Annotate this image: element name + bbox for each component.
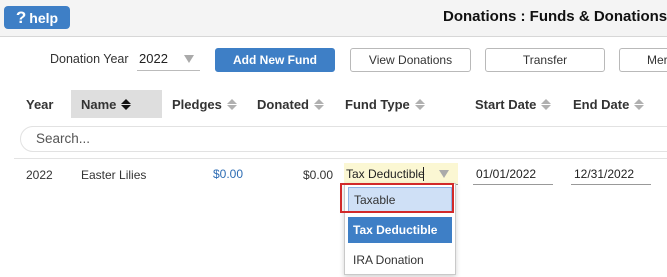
column-header-name-label: Name bbox=[81, 96, 117, 112]
page-title: Donations : Funds & Donations bbox=[443, 8, 667, 25]
row-pledges-link[interactable]: $0.00 bbox=[213, 167, 243, 181]
fund-type-value: Tax Deductible bbox=[346, 167, 425, 181]
option-tax-deductible[interactable]: Tax Deductible bbox=[348, 217, 452, 243]
add-new-fund-button[interactable]: Add New Fund bbox=[215, 48, 335, 72]
search-input[interactable]: Search... bbox=[20, 126, 667, 152]
column-header-pledges-label: Pledges bbox=[172, 96, 222, 112]
column-header-name[interactable]: Name bbox=[71, 90, 162, 118]
column-header-donated[interactable]: Donated bbox=[257, 90, 324, 118]
option-taxable[interactable]: Taxable bbox=[348, 187, 452, 213]
help-button[interactable]: ? help bbox=[4, 6, 70, 29]
view-donations-button[interactable]: View Donations bbox=[350, 48, 471, 72]
donation-year-select[interactable]: 2022 bbox=[137, 47, 200, 71]
column-header-pledges[interactable]: Pledges bbox=[172, 90, 237, 118]
row-donated: $0.00 bbox=[303, 168, 334, 182]
row-divider bbox=[14, 158, 667, 159]
sort-icon bbox=[414, 98, 425, 110]
column-header-start-date[interactable]: Start Date bbox=[475, 90, 552, 118]
sort-icon bbox=[226, 98, 237, 110]
question-icon: ? bbox=[15, 8, 27, 27]
top-bar: ? help Donations : Funds & Donations bbox=[0, 0, 667, 37]
column-header-fund-type[interactable]: Fund Type bbox=[345, 90, 425, 118]
column-header-year-label: Year bbox=[26, 96, 54, 112]
sort-icon bbox=[541, 98, 552, 110]
sort-icon bbox=[121, 98, 132, 110]
row-year: 2022 bbox=[26, 168, 53, 182]
sort-icon bbox=[314, 98, 324, 110]
sort-icon bbox=[634, 98, 645, 110]
column-header-year[interactable]: Year bbox=[26, 90, 53, 118]
column-header-start-date-label: Start Date bbox=[475, 96, 537, 112]
chevron-down-icon bbox=[439, 170, 449, 178]
donation-year-value: 2022 bbox=[139, 51, 168, 66]
end-date-input[interactable]: 12/31/2022 bbox=[571, 163, 651, 185]
help-label: help bbox=[29, 9, 59, 26]
option-ira-donation[interactable]: IRA Donation bbox=[348, 247, 452, 273]
column-header-fund-type-label: Fund Type bbox=[345, 96, 410, 112]
column-header-end-date-label: End Date bbox=[573, 96, 630, 112]
transfer-button[interactable]: Transfer bbox=[485, 48, 605, 72]
merge-button[interactable]: Mer bbox=[619, 48, 667, 72]
fund-type-select[interactable]: Tax Deductible bbox=[344, 163, 458, 185]
donation-year-label: Donation Year bbox=[50, 52, 129, 66]
text-cursor bbox=[423, 167, 424, 181]
column-header-end-date[interactable]: End Date bbox=[573, 90, 645, 118]
start-date-input[interactable]: 01/01/2022 bbox=[473, 163, 553, 185]
row-name[interactable]: Easter Lilies bbox=[81, 168, 146, 182]
chevron-down-icon bbox=[184, 55, 194, 63]
fund-type-dropdown: Taxable Tax Deductible IRA Donation bbox=[344, 183, 456, 275]
column-header-donated-label: Donated bbox=[257, 96, 309, 112]
